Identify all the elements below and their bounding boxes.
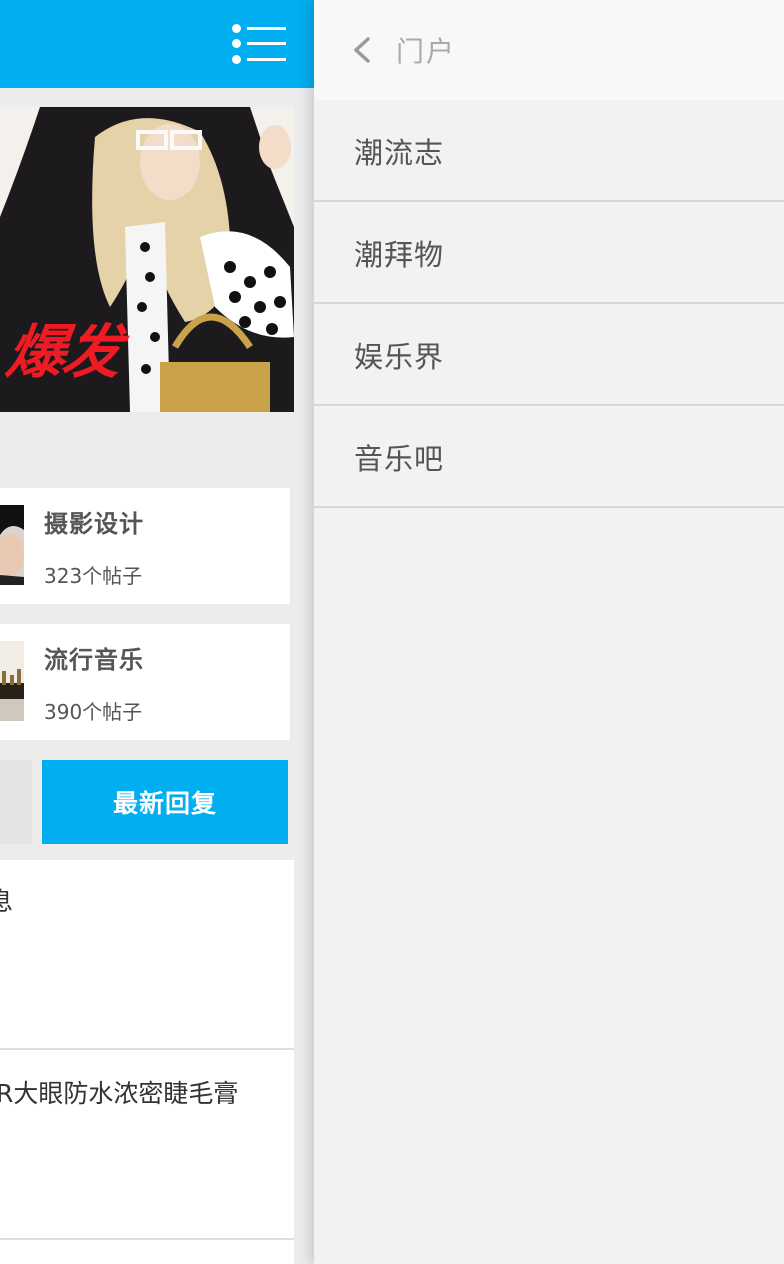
menu-line [247, 42, 286, 45]
forum-thumbnail [0, 505, 24, 585]
forum-card[interactable]: 摄影设计 323个帖子 [0, 488, 290, 604]
portrait-thumbnail-icon [0, 505, 24, 585]
menu-line [247, 27, 286, 30]
forum-thumbnail [0, 641, 24, 721]
side-menu-item[interactable]: 音乐吧 [314, 406, 784, 508]
menu-dot [232, 55, 241, 64]
thread-title: R大眼防水浓密睫毛膏 [0, 1079, 239, 1108]
side-menu-item-label: 音乐吧 [354, 442, 445, 476]
forum-post-count: 390个帖子 [44, 700, 143, 724]
menu-dot [232, 24, 241, 33]
tab-inactive[interactable] [0, 760, 32, 844]
side-menu-item[interactable]: 潮拜物 [314, 202, 784, 304]
side-menu-item[interactable]: 娱乐界 [314, 304, 784, 406]
side-menu-item-label: 潮流志 [354, 136, 445, 170]
chevron-left-icon[interactable] [350, 35, 374, 65]
banner-overlay-text: 爆发 [2, 318, 125, 386]
tab-latest-reply[interactable]: 最新回复 [42, 760, 288, 844]
thread-item[interactable] [0, 1240, 294, 1264]
top-bar [0, 0, 314, 88]
side-menu-item[interactable]: 潮流志 [314, 100, 784, 202]
main-page: 爆发 摄影设计 323个帖子 流行音乐 390个帖子 最新回复 息 R大眼防水浓… [0, 0, 314, 1264]
side-menu-header: 门户 [314, 0, 784, 100]
banner-image[interactable]: 爆发 [0, 107, 294, 412]
thread-item[interactable]: R大眼防水浓密睫毛膏 [0, 1050, 294, 1240]
menu-list-icon[interactable] [232, 21, 288, 67]
side-menu-title: 门户 [396, 35, 457, 68]
thread-item[interactable]: 息 [0, 860, 294, 1050]
thread-title: 息 [0, 887, 14, 916]
forum-post-count: 323个帖子 [44, 564, 143, 588]
side-menu-panel: 门户 潮流志 潮拜物 娱乐界 音乐吧 [314, 0, 784, 1264]
menu-dot [232, 39, 241, 48]
side-menu-item-label: 潮拜物 [354, 238, 445, 272]
side-menu-item-label: 娱乐界 [354, 340, 445, 374]
forum-name: 摄影设计 [44, 510, 144, 538]
concert-thumbnail-icon [0, 641, 24, 721]
menu-line [247, 58, 286, 61]
forum-name: 流行音乐 [44, 646, 144, 674]
forum-card[interactable]: 流行音乐 390个帖子 [0, 624, 290, 740]
